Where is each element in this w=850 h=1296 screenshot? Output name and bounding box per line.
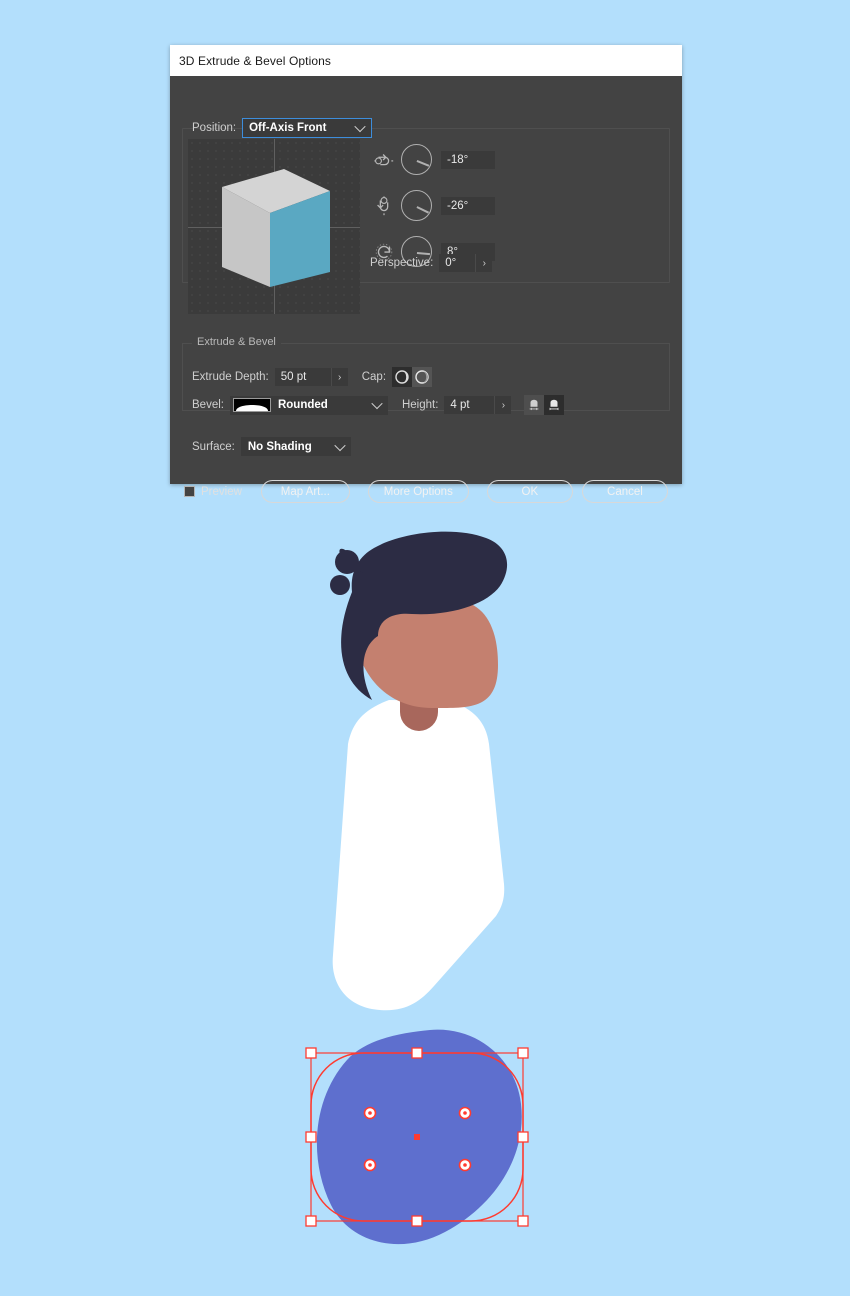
position-row: Position: Off-Axis Front bbox=[192, 118, 373, 138]
selection-artwork bbox=[305, 1029, 529, 1245]
handle-bottom-center[interactable] bbox=[411, 1215, 423, 1227]
position-label: Position: bbox=[192, 122, 237, 134]
corner-widget-top-right[interactable] bbox=[458, 1106, 472, 1120]
position-dropdown[interactable]: Off-Axis Front bbox=[242, 118, 373, 138]
position-value: Off-Axis Front bbox=[249, 122, 327, 134]
handle-middle-right[interactable] bbox=[517, 1131, 529, 1143]
handle-middle-left[interactable] bbox=[305, 1131, 317, 1143]
corner-widget-bottom-left[interactable] bbox=[363, 1158, 377, 1172]
corner-widget-top-left[interactable] bbox=[363, 1106, 377, 1120]
chevron-down-icon bbox=[354, 120, 366, 133]
center-anchor-point bbox=[414, 1134, 420, 1140]
handle-bottom-right[interactable] bbox=[517, 1215, 529, 1227]
corner-widget-bottom-right[interactable] bbox=[458, 1158, 472, 1172]
handle-top-center[interactable] bbox=[411, 1047, 423, 1059]
handle-top-left[interactable] bbox=[305, 1047, 317, 1059]
handle-bottom-left[interactable] bbox=[305, 1215, 317, 1227]
handle-top-right[interactable] bbox=[517, 1047, 529, 1059]
